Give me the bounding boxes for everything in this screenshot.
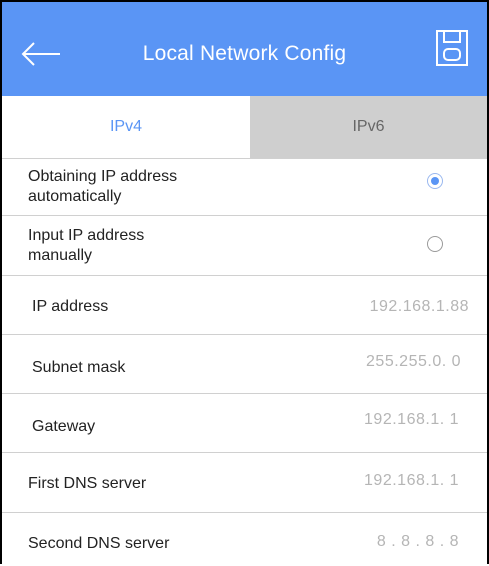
tab-ipv6[interactable]: IPv6	[250, 96, 487, 158]
field-row-ip-address: IP address 192.168.1.88	[2, 276, 487, 335]
field-row-second-dns: Second DNS server 8 . 8 . 8 . 8	[2, 513, 487, 566]
radio-auto-ip[interactable]	[427, 173, 443, 189]
field-label-second-dns: Second DNS server	[28, 535, 170, 552]
field-value-gateway[interactable]: 192.168.1. 1	[364, 411, 459, 429]
radio-selected-dot	[431, 177, 439, 185]
page-title: Local Network Config	[142, 42, 347, 65]
field-row-gateway: Gateway 192.168.1. 1	[2, 394, 487, 453]
tab-ipv4[interactable]: IPv4	[2, 96, 250, 158]
field-row-first-dns: First DNS server 192.168.1. 1	[2, 453, 487, 513]
option-manual-label-line1: Input IP address	[28, 227, 145, 244]
option-auto-label: Obtaining IP address automatically	[28, 167, 288, 207]
header-bar: Local Network Config	[2, 2, 487, 96]
field-label-first-dns: First DNS server	[28, 475, 147, 492]
field-value-subnet-mask[interactable]: 255.255.0. 0	[366, 353, 461, 371]
save-icon	[436, 30, 468, 66]
ip-version-tabs: IPv4 IPv6	[2, 96, 487, 159]
field-row-subnet-mask: Subnet mask 255.255.0. 0	[2, 335, 487, 394]
field-label-gateway: Gateway	[32, 418, 96, 435]
field-value-second-dns[interactable]: 8 . 8 . 8 . 8	[377, 533, 459, 551]
option-auto-label-line1: Obtaining IP address	[28, 168, 178, 185]
option-manual-label: Input IP address manually	[28, 226, 288, 266]
option-auto-ip[interactable]: Obtaining IP address automatically	[2, 159, 487, 216]
option-manual-label-line2: manually	[28, 247, 93, 264]
field-label-ip-address: IP address	[32, 298, 109, 315]
option-manual-ip[interactable]: Input IP address manually	[2, 216, 487, 276]
network-config-screen: Local Network Config IPv4 IPv6 Obtaining…	[0, 0, 489, 564]
field-value-ip-address[interactable]: 192.168.1.88	[370, 298, 469, 316]
save-button[interactable]	[434, 28, 472, 72]
radio-manual-ip[interactable]	[427, 236, 443, 252]
field-value-first-dns[interactable]: 192.168.1. 1	[364, 472, 459, 490]
field-label-subnet-mask: Subnet mask	[32, 359, 126, 376]
option-auto-label-line2: automatically	[28, 188, 122, 205]
